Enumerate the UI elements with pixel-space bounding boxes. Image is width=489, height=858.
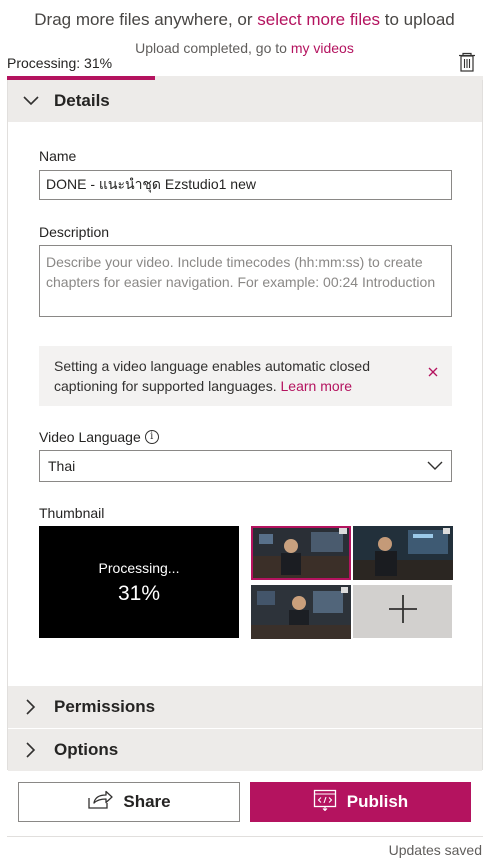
drag-files-message: Drag more files anywhere, or select more…	[0, 10, 489, 30]
details-section-title: Details	[54, 91, 110, 110]
drag-text: Drag more files anywhere, or	[34, 10, 258, 29]
publish-icon	[313, 789, 337, 816]
my-videos-link[interactable]: my videos	[291, 40, 354, 56]
thumbnail-option-1[interactable]	[251, 526, 351, 580]
plus-icon	[387, 593, 419, 630]
share-label: Share	[123, 792, 171, 811]
video-language-label-row: Video Language i	[39, 429, 159, 445]
chevron-down-icon	[8, 96, 54, 106]
name-label: Name	[39, 148, 77, 164]
chevron-right-icon	[8, 742, 54, 758]
info-icon[interactable]: i	[144, 430, 159, 444]
close-icon[interactable]	[426, 364, 440, 378]
chevron-down-icon	[427, 458, 443, 474]
thumbnail-option-3[interactable]	[251, 585, 351, 639]
thumbnail-preview: Processing... 31%	[39, 526, 239, 638]
video-language-select[interactable]: Thai	[39, 450, 452, 482]
description-label: Description	[39, 224, 110, 240]
language-notice: Setting a video language enables automat…	[39, 346, 452, 406]
add-thumbnail-button[interactable]	[353, 585, 452, 638]
select-more-files-link[interactable]: select more files	[257, 10, 380, 29]
video-language-label: Video Language	[39, 429, 141, 445]
options-section-title: Options	[54, 740, 119, 759]
trash-icon[interactable]	[456, 51, 478, 73]
share-button[interactable]: Share	[18, 782, 240, 822]
processing-status: Processing: 31%	[7, 55, 113, 71]
permissions-section-title: Permissions	[54, 697, 156, 716]
thumbnail-label: Thumbnail	[39, 505, 105, 521]
thumbnail-processing-percent: 31%	[117, 582, 161, 605]
video-settings-panel: Details Name DONE - แนะนำชุด Ezstudio1 n…	[7, 80, 483, 771]
permissions-section-header[interactable]: Permissions	[8, 686, 482, 728]
drag-suffix: to upload	[380, 10, 455, 29]
publish-button[interactable]: Publish	[250, 782, 471, 822]
learn-more-link[interactable]: Learn more	[281, 378, 353, 394]
name-input[interactable]: DONE - แนะนำชุด Ezstudio1 new	[39, 170, 452, 200]
thumbnail-processing-text: Processing...	[98, 560, 180, 576]
description-textarea[interactable]: Describe your video. Include timecodes (…	[39, 245, 452, 317]
video-language-value: Thai	[48, 458, 76, 474]
upload-completed-message: Upload completed, go to my videos	[0, 40, 489, 56]
options-section-header[interactable]: Options	[8, 729, 482, 771]
chevron-right-icon	[8, 699, 54, 715]
publish-label: Publish	[346, 792, 409, 811]
upload-completed-text: Upload completed, go to	[135, 40, 291, 56]
details-section-header[interactable]: Details	[8, 80, 482, 122]
footer-divider	[7, 836, 483, 837]
updates-saved-status: Updates saved	[388, 842, 482, 858]
share-icon	[87, 790, 114, 815]
thumbnail-option-2[interactable]	[353, 526, 453, 580]
